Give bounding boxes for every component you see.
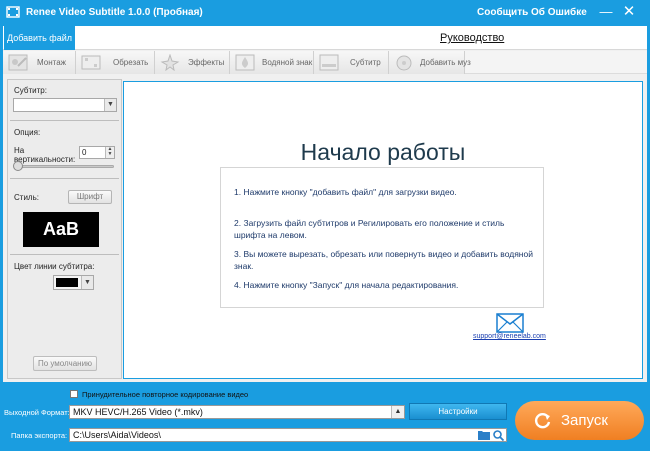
vertical-position-stepper[interactable]: 0 ▲ ▼	[79, 146, 115, 159]
page-title: Начало работы	[300, 139, 466, 165]
add-file-button[interactable]: Добавить файл	[4, 26, 75, 50]
mail-icon[interactable]	[496, 313, 524, 333]
default-button[interactable]: По умолчанию	[33, 356, 97, 371]
chevron-up-icon: ▲	[391, 406, 404, 418]
settings-button[interactable]: Настройки	[409, 403, 507, 420]
film-icon	[6, 6, 20, 18]
run-button[interactable]: Запуск	[515, 401, 644, 440]
tool-crop[interactable]: Обрезать	[76, 51, 155, 74]
color-swatch	[56, 278, 78, 287]
output-format-label: Выходной Формат:	[4, 408, 70, 417]
tool-subtitle-label: Субтитр	[350, 58, 381, 67]
subtitle-icon	[319, 54, 339, 71]
folder-icon[interactable]	[478, 430, 490, 440]
line-color-label: Цвет линии субтитра:	[14, 262, 95, 271]
crop-icon	[81, 55, 101, 70]
chevron-down-icon: ▼	[81, 276, 93, 289]
stepper-arrows-icon[interactable]: ▲ ▼	[105, 147, 114, 158]
tool-montage[interactable]: Монтаж	[3, 51, 76, 74]
step-4: 4. Нажмите кнопку "Запуск" для начала ре…	[234, 280, 459, 290]
preview-canvas: Начало работы 1. Нажмите кнопку "добавит…	[123, 81, 643, 379]
minimize-button[interactable]: —	[599, 5, 613, 19]
line-color-picker[interactable]: ▼	[53, 275, 94, 290]
option-label: Опция:	[14, 128, 41, 137]
step-1: 1. Нажмите кнопку "добавить файл" для за…	[234, 187, 457, 197]
search-icon[interactable]	[493, 430, 504, 441]
support-email-link[interactable]: support@reneelab.com	[473, 333, 546, 340]
close-button[interactable]: ✕	[622, 4, 636, 19]
main-frame: Добавить файл Руководство Монтаж Обрезат…	[3, 26, 647, 382]
font-button[interactable]: Шрифт	[68, 190, 112, 204]
subtitle-settings-panel: Субтитр: ▼ Опция: На вертикальности: 0 ▲…	[7, 79, 122, 379]
title-bar: Renee Video Subtitle 1.0.0 (Пробная) Соо…	[0, 0, 650, 26]
export-folder-field[interactable]: C:\Users\Aida\Videos\	[69, 428, 507, 442]
vertical-slider-thumb[interactable]	[13, 161, 23, 171]
tool-montage-label: Монтаж	[37, 58, 66, 67]
guide-link[interactable]: Руководство	[440, 32, 504, 44]
subtitle-select[interactable]: ▼	[13, 98, 117, 112]
top-strip: Добавить файл Руководство	[3, 26, 647, 50]
force-reencode-checkbox[interactable]	[70, 390, 78, 398]
tool-add-music[interactable]: Добавить муз	[389, 51, 471, 74]
steps-box: 1. Нажмите кнопку "добавить файл" для за…	[220, 167, 544, 308]
effects-icon	[160, 54, 180, 71]
tool-watermark[interactable]: Водяной знак	[230, 51, 314, 74]
export-folder-value: C:\Users\Aida\Videos\	[73, 430, 161, 440]
watermark-icon	[235, 54, 255, 71]
style-label: Стиль:	[14, 193, 39, 202]
divider	[10, 254, 119, 255]
tool-effects-label: Эффекты	[188, 58, 225, 67]
tool-effects[interactable]: Эффекты	[155, 51, 230, 74]
output-format-select[interactable]: MKV HEVC/H.265 Video (*.mkv) ▲	[69, 405, 405, 419]
music-icon	[396, 55, 412, 71]
vertical-position-value: 0	[82, 148, 87, 157]
export-folder-label: Папка экспорта:	[11, 431, 68, 440]
chevron-down-icon: ▼	[104, 99, 116, 111]
refresh-icon	[534, 412, 551, 429]
output-format-value: MKV HEVC/H.265 Video (*.mkv)	[73, 407, 203, 417]
force-reencode-label: Принудительное повторное кодирование вид…	[82, 390, 249, 399]
tool-crop-label: Обрезать	[113, 58, 149, 67]
font-preview: AaB	[23, 212, 99, 247]
step-3: 3. Вы можете вырезать, обрезать или пове…	[234, 249, 533, 271]
tool-subtitle[interactable]: Субтитр	[314, 51, 389, 74]
tool-add-music-label: Добавить муз	[420, 58, 471, 67]
vertical-slider-track[interactable]	[14, 165, 114, 168]
divider	[10, 120, 119, 121]
step-2: 2. Загрузить файл субтитров и Регилирова…	[234, 218, 505, 240]
edit-toolbar: Монтаж Обрезать Эффекты Водяной знак Суб…	[3, 51, 647, 74]
subtitle-label: Субтитр:	[14, 86, 47, 95]
run-button-label: Запуск	[561, 412, 608, 429]
divider	[10, 178, 119, 179]
vertical-label-line2: вертикальности:	[14, 155, 76, 164]
app-title: Renee Video Subtitle 1.0.0 (Пробная)	[26, 7, 203, 18]
montage-icon	[8, 54, 28, 71]
vertical-label-line1: На	[14, 146, 25, 155]
report-bug-link[interactable]: Сообщить Об Ошибке	[477, 7, 587, 18]
tool-watermark-label: Водяной знак	[262, 58, 313, 67]
